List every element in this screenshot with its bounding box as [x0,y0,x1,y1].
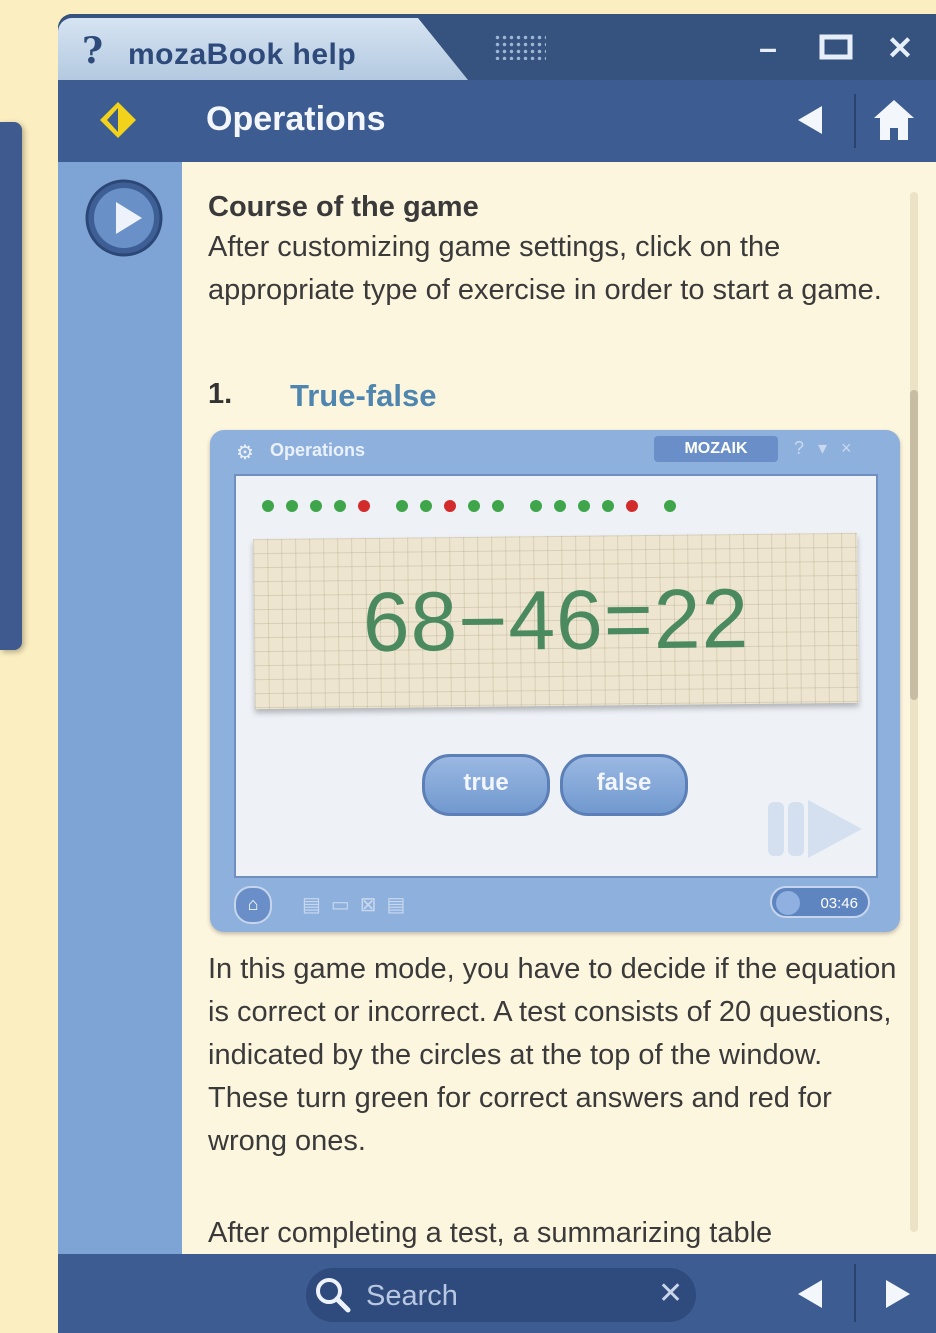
play-icon[interactable] [84,178,164,258]
intro-text: After customizing game settings, click o… [208,231,882,306]
header-bar: Operations [58,80,936,164]
item-title[interactable]: True-false [290,378,436,414]
mozaik-logo: MOZAIK [654,436,778,462]
description-text-continued: After completing a test, a summarizing t… [208,1217,773,1249]
section-heading: Course of the game [208,191,479,223]
header-divider [854,94,856,148]
false-button: false [560,754,688,816]
next-question-icon [768,800,862,858]
progress-dot [262,500,274,512]
scrollbar-thumb[interactable] [910,390,918,700]
screenshot-title: Operations [270,440,366,460]
progress-dot [626,500,638,512]
side-column [58,162,182,1254]
maximize-icon [819,34,853,60]
progress-dot [554,500,566,512]
back-arrow-icon[interactable] [792,102,828,138]
screenshot-window-controls: ?▾× [794,438,866,458]
prev-arrow-icon[interactable] [792,1276,828,1312]
screenshot-home-icon: ⌂ [234,886,272,924]
timer-badge: 03:46 [770,886,870,918]
progress-dot [530,500,542,512]
progress-dot [468,500,480,512]
minimize-button[interactable]: – [748,28,788,68]
scrollbar-track[interactable] [910,192,918,1232]
progress-dot [396,500,408,512]
footer-divider [854,1264,856,1322]
progress-dot [444,500,456,512]
description-text: In this game mode, you have to decide if… [208,953,897,1157]
help-window: ? mozaBook help – ✕ Operations Course of… [58,14,936,1333]
help-question-icon: ? [82,30,104,72]
screenshot-tool-icons: ▤▭⊠▤ [302,894,416,916]
game-area: 68−46=22 true false [234,474,878,878]
progress-dot [602,500,614,512]
progress-dot [492,500,504,512]
progress-dot [334,500,346,512]
progress-dot [310,500,322,512]
home-icon[interactable] [870,96,918,144]
search-box[interactable]: ✕ [306,1268,696,1322]
close-button[interactable]: ✕ [880,28,920,68]
clock-icon [776,891,800,915]
drag-grip[interactable] [494,34,546,60]
item-number: 1. [208,378,233,410]
diamond-nav-icon[interactable] [98,100,138,140]
equation-paper: 68−46=22 [253,532,859,710]
page-title: Operations [206,100,386,138]
clear-search-icon[interactable]: ✕ [658,1276,683,1311]
app-title: mozaBook help [128,38,357,71]
progress-dot [358,500,370,512]
progress-dot [664,500,676,512]
background-panel [0,122,22,650]
title-tab: ? mozaBook help [58,18,468,80]
true-button: true [422,754,550,816]
progress-dot [286,500,298,512]
progress-dot [420,500,432,512]
maximize-button[interactable] [816,28,856,68]
search-input[interactable] [364,1276,648,1316]
bottom-bar: ✕ [58,1254,936,1333]
progress-dot [578,500,590,512]
equation-text: 68−46=22 [362,570,750,670]
title-bar[interactable]: ? mozaBook help – ✕ [58,14,936,80]
help-content[interactable]: Course of the game After customizing gam… [182,162,936,1254]
timer-value: 03:46 [820,895,858,912]
search-icon[interactable] [314,1276,352,1314]
gear-icon: ⚙ [236,442,254,464]
next-arrow-icon[interactable] [880,1276,916,1312]
game-screenshot: ⚙ Operations MOZAIK ?▾× 68−46=22 true fa… [210,430,900,932]
